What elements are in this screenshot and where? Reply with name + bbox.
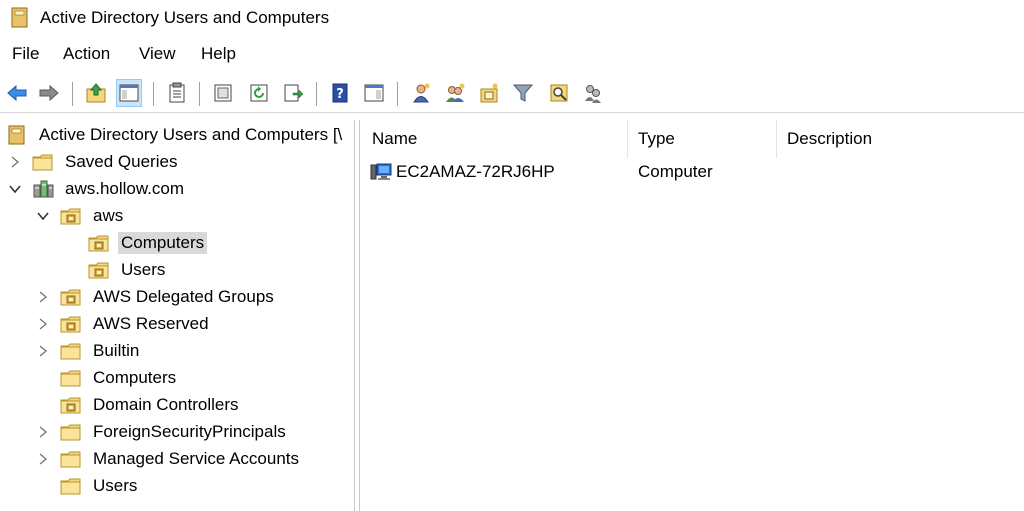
expand-chevron-icon[interactable] bbox=[36, 317, 50, 331]
window-title: Active Directory Users and Computers bbox=[40, 8, 330, 27]
export-list-icon[interactable] bbox=[210, 79, 236, 107]
tree-item-builtin[interactable]: Builtin bbox=[36, 338, 142, 363]
folder-icon bbox=[60, 370, 81, 386]
find-icon[interactable] bbox=[546, 79, 572, 107]
tree-item-foreignsecurityprincipals[interactable]: ForeignSecurityPrincipals bbox=[36, 419, 289, 444]
tree-item-label: AWS Delegated Groups bbox=[93, 286, 274, 306]
menu-bar: File Action View Help bbox=[0, 44, 1024, 70]
expand-chevron-icon[interactable] bbox=[36, 290, 50, 304]
tree-item-aws-delegated-groups[interactable]: AWS Delegated Groups bbox=[36, 284, 277, 309]
tree-item-label: aws.hollow.com bbox=[65, 178, 185, 198]
menu-help[interactable]: Help bbox=[201, 44, 236, 64]
organizational-unit-icon bbox=[60, 289, 81, 305]
list-cell-name: EC2AMAZ-72RJ6HP bbox=[396, 162, 555, 181]
refresh-icon[interactable] bbox=[246, 79, 272, 107]
expand-chevron-icon[interactable] bbox=[8, 155, 22, 169]
folder-icon bbox=[60, 451, 81, 467]
folder-icon bbox=[60, 343, 81, 359]
tree-item-label: Managed Service Accounts bbox=[93, 448, 300, 468]
column-header-name[interactable]: Name bbox=[362, 120, 627, 158]
tree-item-saved-queries[interactable]: Saved Queries bbox=[8, 149, 180, 174]
tree-item-label: aws bbox=[93, 205, 124, 225]
list-row[interactable]: EC2AMAZ-72RJ6HP Computer bbox=[362, 158, 1022, 186]
svg-text:?: ? bbox=[336, 87, 344, 102]
tree-root[interactable]: Active Directory Users and Computers [\ bbox=[6, 122, 345, 147]
column-header-description[interactable]: Description bbox=[777, 120, 1022, 158]
list-cell-type: Computer bbox=[638, 162, 713, 181]
details-pane[interactable]: Name Type Description EC2AMAZ-72RJ6HP Co… bbox=[362, 120, 1024, 511]
tree-item-domain-controllers[interactable]: Domain Controllers bbox=[36, 392, 242, 417]
tree-item-computers[interactable]: Computers bbox=[64, 230, 208, 255]
tree-item-aws-reserved[interactable]: AWS Reserved bbox=[36, 311, 212, 336]
properties-icon[interactable] bbox=[164, 79, 190, 107]
column-header-type[interactable]: Type bbox=[628, 120, 776, 158]
tree-root-label: Active Directory Users and Computers [\ bbox=[39, 124, 343, 144]
toolbar: ? bbox=[0, 76, 1024, 113]
folder-icon bbox=[32, 154, 53, 170]
folder-icon bbox=[60, 478, 81, 494]
tree-item-label: Saved Queries bbox=[65, 151, 178, 171]
tree-item-label: Users bbox=[121, 259, 166, 279]
tree-item-label: Domain Controllers bbox=[93, 394, 239, 414]
organizational-unit-icon bbox=[60, 208, 81, 224]
new-ou-icon[interactable] bbox=[476, 79, 502, 107]
organizational-unit-icon bbox=[88, 262, 109, 278]
show-action-pane-icon[interactable] bbox=[361, 79, 387, 107]
tree-item-label: Users bbox=[93, 475, 138, 495]
back-arrow-icon[interactable] bbox=[4, 79, 30, 107]
new-user-icon[interactable] bbox=[408, 79, 434, 107]
new-group-icon[interactable] bbox=[442, 79, 468, 107]
menu-action[interactable]: Action bbox=[63, 44, 110, 64]
console-tree[interactable]: Active Directory Users and Computers [\ … bbox=[0, 120, 354, 511]
forward-arrow-icon[interactable] bbox=[36, 79, 62, 107]
expand-chevron-icon[interactable] bbox=[36, 452, 50, 466]
collapse-chevron-icon[interactable] bbox=[36, 209, 50, 223]
tree-item-computers[interactable]: Computers bbox=[36, 365, 179, 390]
tree-item-label: Computers bbox=[93, 367, 177, 387]
export-icon[interactable] bbox=[280, 79, 306, 107]
tree-item-label: Computers bbox=[118, 231, 208, 254]
add-to-group-icon[interactable] bbox=[580, 79, 606, 107]
collapse-chevron-icon[interactable] bbox=[8, 182, 22, 196]
tree-item-label: AWS Reserved bbox=[93, 313, 209, 333]
tree-item-label: ForeignSecurityPrincipals bbox=[93, 421, 286, 441]
organizational-unit-icon bbox=[60, 316, 81, 332]
title-bar: Active Directory Users and Computers bbox=[0, 0, 1024, 36]
expand-chevron-icon[interactable] bbox=[36, 344, 50, 358]
ad-console-icon bbox=[11, 7, 28, 28]
menu-file[interactable]: File bbox=[12, 44, 39, 64]
domain-icon bbox=[33, 180, 54, 197]
ad-console-icon bbox=[8, 125, 25, 144]
up-folder-icon[interactable] bbox=[83, 79, 109, 107]
organizational-unit-icon bbox=[60, 397, 81, 413]
menu-view[interactable]: View bbox=[139, 44, 176, 64]
help-icon[interactable]: ? bbox=[327, 79, 353, 107]
tree-item-users[interactable]: Users bbox=[64, 257, 168, 282]
tree-item-label: Builtin bbox=[93, 340, 140, 360]
tree-item-managed-service-accounts[interactable]: Managed Service Accounts bbox=[36, 446, 302, 471]
tree-item-aws-hollow-com[interactable]: aws.hollow.com bbox=[8, 176, 187, 201]
computer-icon bbox=[370, 163, 392, 180]
organizational-unit-icon bbox=[88, 235, 109, 251]
folder-icon bbox=[60, 424, 81, 440]
expand-chevron-icon[interactable] bbox=[36, 425, 50, 439]
tree-item-aws[interactable]: aws bbox=[36, 203, 126, 228]
filter-icon[interactable] bbox=[510, 79, 536, 107]
show-hide-console-tree-icon[interactable] bbox=[116, 79, 142, 107]
tree-item-users[interactable]: Users bbox=[36, 473, 140, 498]
pane-splitter[interactable] bbox=[354, 120, 360, 511]
